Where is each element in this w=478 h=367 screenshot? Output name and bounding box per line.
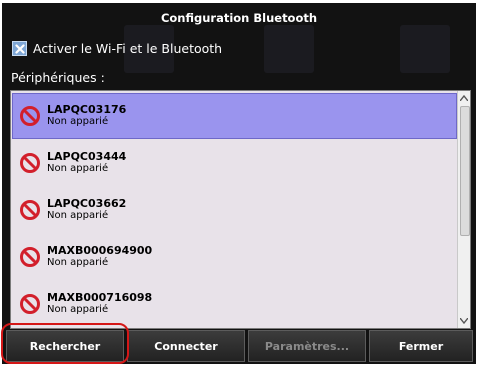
dialog-title: Configuration Bluetooth: [160, 11, 318, 25]
background-tile: [264, 25, 314, 73]
device-name: LAPQC03662: [47, 197, 127, 210]
wifi-bluetooth-label: Activer le Wi-Fi et le Bluetooth: [33, 41, 223, 56]
close-button[interactable]: Fermer: [369, 330, 473, 362]
device-status: Non apparié: [47, 257, 109, 268]
search-button[interactable]: Rechercher: [6, 330, 124, 362]
device-status: Non apparié: [47, 163, 109, 174]
device-status: Non apparié: [47, 304, 109, 315]
device-item[interactable]: LAPQC03176 Non apparié: [12, 93, 457, 139]
device-item[interactable]: MAXB000716098 Non apparié: [13, 282, 456, 326]
device-item[interactable]: LAPQC03662 Non apparié: [13, 188, 456, 232]
device-name: LAPQC03444: [47, 150, 127, 163]
no-entry-icon: [20, 153, 40, 173]
devices-list[interactable]: LAPQC03176 Non apparié LAPQC03444 Non ap…: [10, 90, 471, 329]
device-status: Non apparié: [47, 116, 109, 127]
x-mark-icon: [14, 43, 25, 54]
wifi-bluetooth-checkbox[interactable]: [12, 41, 27, 56]
scrollbar-thumb[interactable]: [460, 106, 470, 236]
scroll-up-arrow-icon[interactable]: [458, 91, 470, 105]
background-tile: [400, 25, 450, 73]
bluetooth-config-dialog: Configuration Bluetooth Activer le Wi-Fi…: [2, 3, 476, 364]
device-name: LAPQC03176: [47, 103, 127, 116]
no-entry-icon: [20, 294, 40, 314]
settings-button[interactable]: Paramètres...: [248, 330, 366, 362]
device-item[interactable]: MAXB000694900 Non apparié: [13, 235, 456, 279]
device-name: MAXB000694900: [47, 244, 153, 257]
scroll-down-arrow-icon[interactable]: [458, 314, 470, 328]
connect-button[interactable]: Connecter: [127, 330, 245, 362]
device-status: Non apparié: [47, 210, 109, 221]
devices-scrollbar[interactable]: [457, 91, 470, 328]
device-item[interactable]: LAPQC03444 Non apparié: [13, 141, 456, 185]
button-bar: Rechercher Connecter Paramètres... Ferme…: [2, 330, 476, 364]
device-name: MAXB000716098: [47, 291, 153, 304]
no-entry-icon: [20, 200, 40, 220]
no-entry-icon: [20, 106, 40, 126]
no-entry-icon: [20, 247, 40, 267]
devices-label: Périphériques :: [11, 70, 105, 85]
wifi-bluetooth-toggle[interactable]: Activer le Wi-Fi et le Bluetooth: [12, 41, 222, 56]
devices-list-items: LAPQC03176 Non apparié LAPQC03444 Non ap…: [11, 91, 458, 328]
